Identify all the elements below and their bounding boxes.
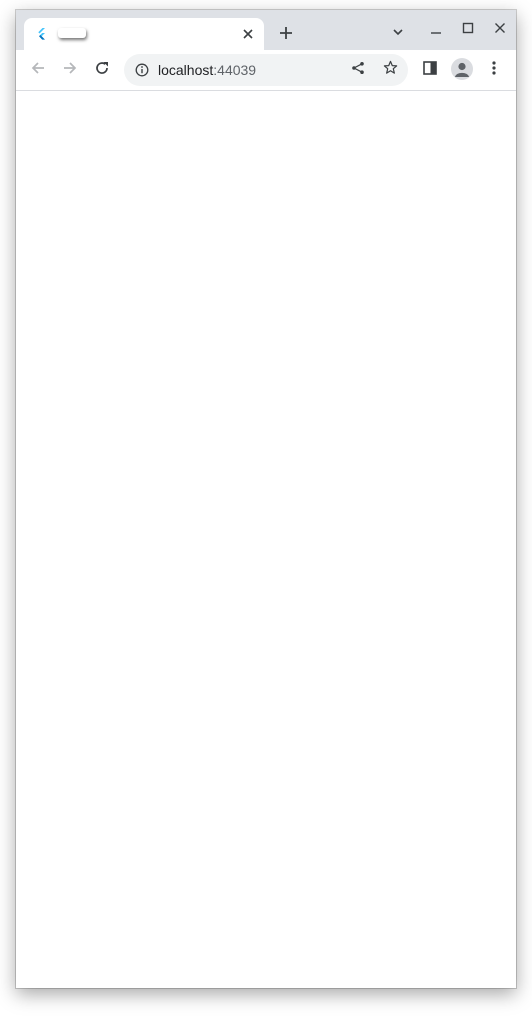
maximize-icon [462, 21, 474, 39]
close-icon [494, 21, 506, 39]
arrow-right-icon [62, 60, 78, 81]
browser-window: localhost:44039 [16, 10, 516, 988]
tab-search-button[interactable] [386, 22, 410, 46]
reload-button[interactable] [88, 56, 116, 84]
tab-active[interactable] [24, 18, 264, 50]
info-icon[interactable] [134, 62, 150, 78]
new-tab-button[interactable] [274, 23, 298, 47]
chevron-down-icon [392, 25, 404, 43]
menu-button[interactable] [480, 56, 508, 84]
address-bar[interactable]: localhost:44039 [124, 54, 408, 86]
url-text: localhost:44039 [158, 62, 256, 78]
url-port: :44039 [213, 62, 257, 78]
flutter-icon [36, 27, 50, 41]
share-icon [351, 61, 365, 80]
kebab-menu-icon [492, 60, 496, 80]
minimize-icon [430, 25, 442, 43]
bookmark-button[interactable] [378, 58, 402, 82]
tab-strip [16, 10, 516, 50]
star-icon [383, 60, 398, 80]
toolbar: localhost:44039 [16, 50, 516, 91]
reload-icon [94, 60, 110, 81]
back-button[interactable] [24, 56, 52, 84]
close-icon[interactable] [240, 26, 256, 42]
side-panel-button[interactable] [416, 56, 444, 84]
share-button[interactable] [346, 58, 370, 82]
avatar[interactable] [451, 58, 473, 80]
url-host: localhost [158, 62, 214, 78]
plus-icon [279, 26, 293, 45]
page-content [16, 91, 516, 988]
maximize-button[interactable] [456, 18, 480, 42]
arrow-left-icon [30, 60, 46, 81]
minimize-button[interactable] [424, 22, 448, 46]
forward-button[interactable] [56, 56, 84, 84]
close-window-button[interactable] [488, 18, 512, 42]
tab-title [58, 28, 86, 38]
side-panel-icon [423, 60, 437, 80]
